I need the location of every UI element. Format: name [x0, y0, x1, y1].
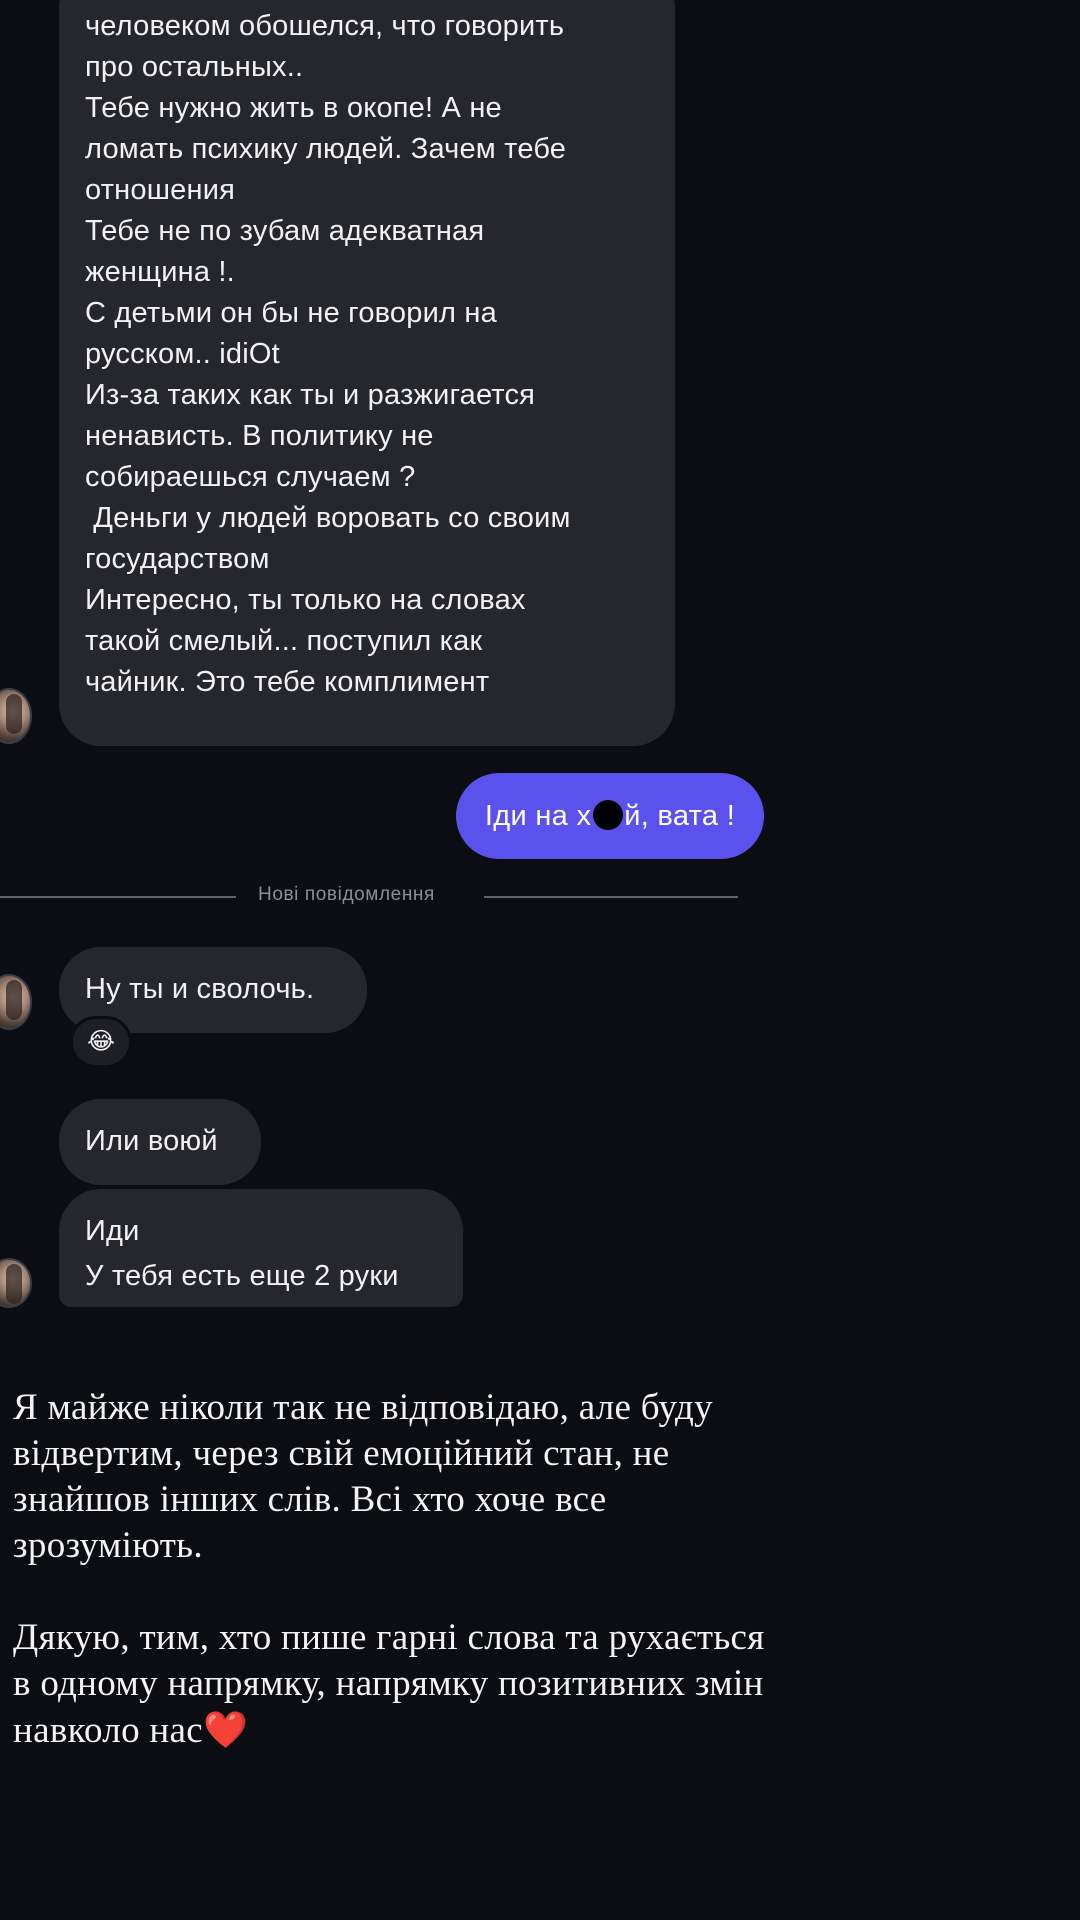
- divider-line-left: [0, 896, 236, 898]
- new-messages-divider-label: Нові повідомлення: [258, 884, 435, 905]
- story-caption-paragraph-2: Дякую, тим, хто пише гарні слова та руха…: [13, 1615, 765, 1754]
- message-line: русском.. idiOt: [85, 338, 280, 370]
- laughing-reaction-badge[interactable]: 😂: [70, 1016, 132, 1068]
- caption-line: в одному напрямку, напрямку позитивних з…: [13, 1663, 764, 1704]
- sender-avatar[interactable]: [0, 1258, 32, 1308]
- received-message-bubble[interactable]: Иди У тебя есть еще 2 руки: [59, 1189, 463, 1307]
- message-line: ломать психику людей. Зачем тебе: [85, 133, 567, 165]
- message-line: чайник. Это тебе комплимент: [85, 666, 490, 698]
- message-line: Деньги у людей воровать со своим: [85, 502, 571, 534]
- caption-text: навколо нас: [13, 1710, 203, 1751]
- caption-line: навколо нас❤️: [13, 1707, 765, 1754]
- caption-line: зрозуміють.: [13, 1525, 203, 1566]
- redaction-dot: [593, 800, 624, 830]
- message-line: про остальных..: [85, 51, 304, 83]
- message-text: Или воюй: [85, 1125, 218, 1157]
- sent-message-text-start: Іди на х: [484, 800, 592, 832]
- message-line: человеком обошелся, что говорить: [85, 10, 565, 42]
- message-line: такой смелый... поступил как: [85, 625, 483, 657]
- caption-line: Я майже ніколи так не відповідаю, але бу…: [13, 1387, 713, 1428]
- caption-line: знайшов інших слів. Всі хто хоче все: [13, 1479, 607, 1520]
- message-line: У тебя есть еще 2 руки: [85, 1260, 399, 1292]
- sent-message-text-end: й, вата !: [624, 800, 736, 832]
- message-line: государством: [85, 543, 270, 575]
- sender-avatar[interactable]: [0, 688, 32, 744]
- message-text: Ну ты и сволочь.: [85, 973, 315, 1005]
- sent-message-bubble[interactable]: Іди на х й, вата !: [456, 773, 764, 859]
- laughing-emoji-icon: 😂: [86, 1028, 116, 1055]
- message-line: Из-за таких как ты и разжигается: [85, 379, 536, 411]
- caption-line: Дякую, тим, хто пише гарні слова та руха…: [13, 1617, 765, 1658]
- message-line: Интересно, ты только на словах: [85, 584, 526, 616]
- message-line: ненависть. В политику не: [85, 420, 434, 452]
- divider-line-right: [484, 896, 738, 898]
- message-line: Тебе не по зубам адекватная: [85, 215, 485, 247]
- story-caption-paragraph-1: Я майже ніколи так не відповідаю, але бу…: [13, 1385, 713, 1569]
- message-line: отношения: [85, 174, 236, 206]
- received-message-bubble[interactable]: Или воюй: [59, 1099, 261, 1185]
- caption-line: відвертим, через свій емоційний стан, не: [13, 1433, 670, 1474]
- sender-avatar[interactable]: [0, 974, 32, 1030]
- message-line: С детьми он бы не говорил на: [85, 297, 497, 329]
- message-line: Тебе нужно жить в окопе! А не: [85, 92, 502, 124]
- message-line: собираешься случаем ?: [85, 461, 416, 493]
- received-message-bubble[interactable]: человеком обошелся, что говорить про ост…: [59, 0, 675, 746]
- message-line: Иди: [85, 1215, 140, 1247]
- heart-icon: ❤️: [202, 1710, 249, 1750]
- message-line: женщина !.: [85, 256, 235, 288]
